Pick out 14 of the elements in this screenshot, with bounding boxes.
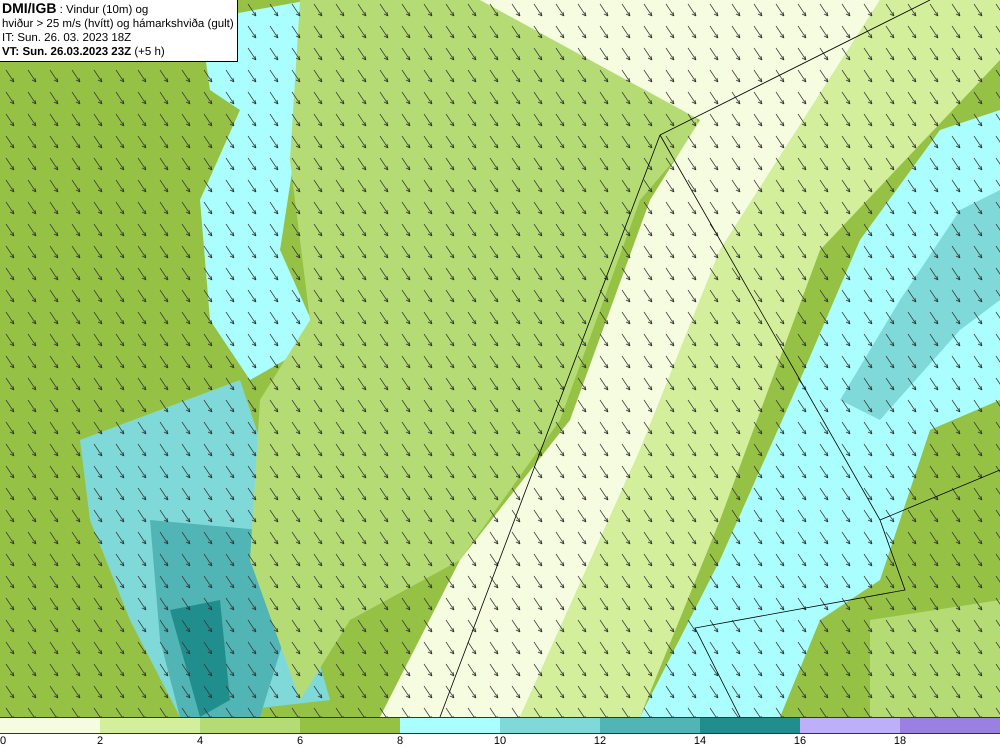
scale-tick-label: 14 <box>694 734 706 747</box>
scale-tick-label: 12 <box>594 734 606 747</box>
scale-tick-label: 6 <box>296 734 304 747</box>
scale-tick-label: 18 <box>894 734 906 747</box>
header-text: hviður > 25 m/s (hvítt) og hámarkshviða (gult) <box>2 17 234 31</box>
scale-tick-label: 2 <box>96 734 104 747</box>
scale-tick-label: 16 <box>794 734 806 747</box>
header-text: IT: Sun. 26. 03. 2023 18Z <box>2 31 132 45</box>
scale-tick-label: 0 <box>0 734 6 747</box>
scale-tick-label: 8 <box>396 734 404 747</box>
header-text: DMI/IGB : Vindur (10m) og <box>2 1 150 17</box>
scale-tick-label: 10 <box>494 734 506 747</box>
header-text: VT: Sun. 26.03.2023 23Z (+5 h) <box>2 45 166 59</box>
scale-tick-label: 4 <box>196 734 204 747</box>
